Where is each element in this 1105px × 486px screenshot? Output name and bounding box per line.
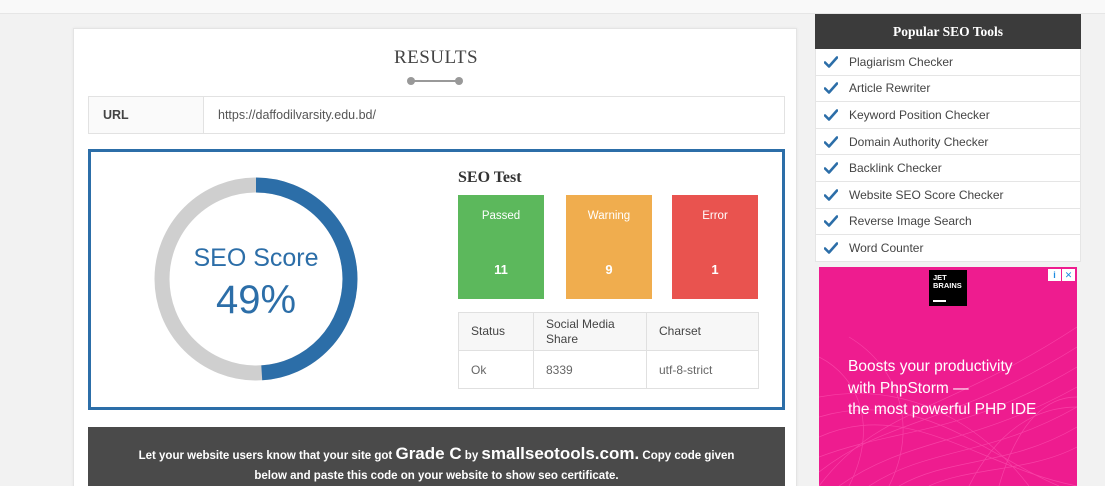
url-row: URL https://daffodilvarsity.edu.bd/ [88,96,785,134]
sidebar-item-label: Backlink Checker [849,161,942,176]
checkmark-icon [824,55,838,68]
seo-stats-table: Status Social Media Share Charset Ok 833… [458,312,759,389]
error-label: Error [702,210,728,222]
seo-score-value: 49% [215,278,297,322]
warning-count: 9 [605,262,613,277]
title-divider [407,77,463,85]
advertisement[interactable]: JET BRAINS i ✕ Boosts your productivity … [819,267,1077,486]
sidebar-item-label: Article Rewriter [849,81,931,96]
banner-text-2: Copy code given [639,450,735,462]
logo-line-2: BRAINS [933,281,962,290]
sidebar-item[interactable]: Website SEO Score Checker [815,181,1081,209]
url-value[interactable]: https://daffodilvarsity.edu.bd/ [204,97,376,133]
seo-score-label: SEO Score [193,244,319,272]
header-social-media-share: Social Media Share [533,312,647,351]
sidebar-item[interactable]: Reverse Image Search [815,208,1081,236]
site-name: smallseotools.com. [481,444,640,463]
passed-count: 11 [494,262,508,277]
info-icon[interactable]: i [1048,269,1061,281]
url-label: URL [89,97,204,133]
checkmark-icon [824,109,838,121]
sidebar-item[interactable]: Article Rewriter [815,75,1081,103]
results-card: RESULTS URL https://daffodilvarsity.edu.… [73,28,797,486]
sidebar-item[interactable]: Keyword Position Checker [815,102,1081,129]
sidebar-item-label: Keyword Position Checker [849,107,990,122]
warning-tile[interactable]: Warning 9 [566,195,652,299]
sidebar-item[interactable]: Backlink Checker [815,155,1081,182]
top-bar [0,0,1105,14]
cell-charset: utf-8-strict [646,350,759,389]
sidebar-list: Plagiarism Checker Article Rewriter Keywor… [815,49,1081,262]
table-row: Ok 8339 utf-8-strict [458,350,759,389]
header-status: Status [458,312,534,351]
passed-label: Passed [481,210,521,222]
error-count: 1 [711,262,719,277]
sidebar-item-label: Reverse Image Search [849,214,972,229]
table-header-row: Status Social Media Share Charset [458,312,759,351]
ad-controls: i ✕ [1048,269,1075,281]
close-icon[interactable]: ✕ [1062,269,1075,281]
grade-banner: Let your website users know that your si… [88,427,785,486]
cell-social-media-share: 8339 [533,350,647,389]
header-charset: Charset [646,312,759,351]
sidebar-item-label: Website SEO Score Checker [849,187,1004,202]
popular-seo-tools-sidebar: Popular SEO Tools Plagiarism Checker Arti… [815,14,1081,262]
banner-text-3: below and paste this code on your websit… [254,470,619,482]
ad-line-1: Boosts your productivity [848,358,1013,375]
seo-test-title: SEO Test [458,169,522,186]
checkmark-icon [824,188,838,201]
ad-line-2: with PhpStorm — [848,379,969,397]
checkmark-icon [824,215,838,228]
banner-by: by [461,450,482,462]
sidebar-item-label: Domain Authority Checker [849,134,989,149]
warning-label: Warning [587,210,631,222]
sidebar-item[interactable]: Word Counter [815,235,1081,262]
checkmark-icon [824,242,838,254]
sidebar-item-label: Plagiarism Checker [849,54,954,69]
ad-line-3: the most powerful PHP IDE [848,401,1037,418]
sidebar-item[interactable]: Plagiarism Checker [815,49,1081,76]
results-title: RESULTS [393,47,479,68]
ad-text: Boosts your productivity with PhpStorm —… [848,356,1068,421]
passed-tile[interactable]: Passed 11 [458,195,544,299]
grade-text: Grade C [395,444,462,463]
banner-text-1: Let your website users know that your si… [138,450,396,462]
error-tile[interactable]: Error 1 [672,195,758,299]
cell-status: Ok [458,350,534,389]
checkmark-icon [824,82,838,95]
score-panel: SEO Score 49% SEO Test Passed 11 Warning… [88,149,785,410]
checkmark-icon [824,135,838,148]
sidebar-item[interactable]: Domain Authority Checker [815,128,1081,156]
sidebar-item-label: Word Counter [849,240,924,255]
checkmark-icon [824,162,838,174]
sidebar-title: Popular SEO Tools [815,14,1081,49]
jetbrains-logo: JET BRAINS [929,270,967,306]
